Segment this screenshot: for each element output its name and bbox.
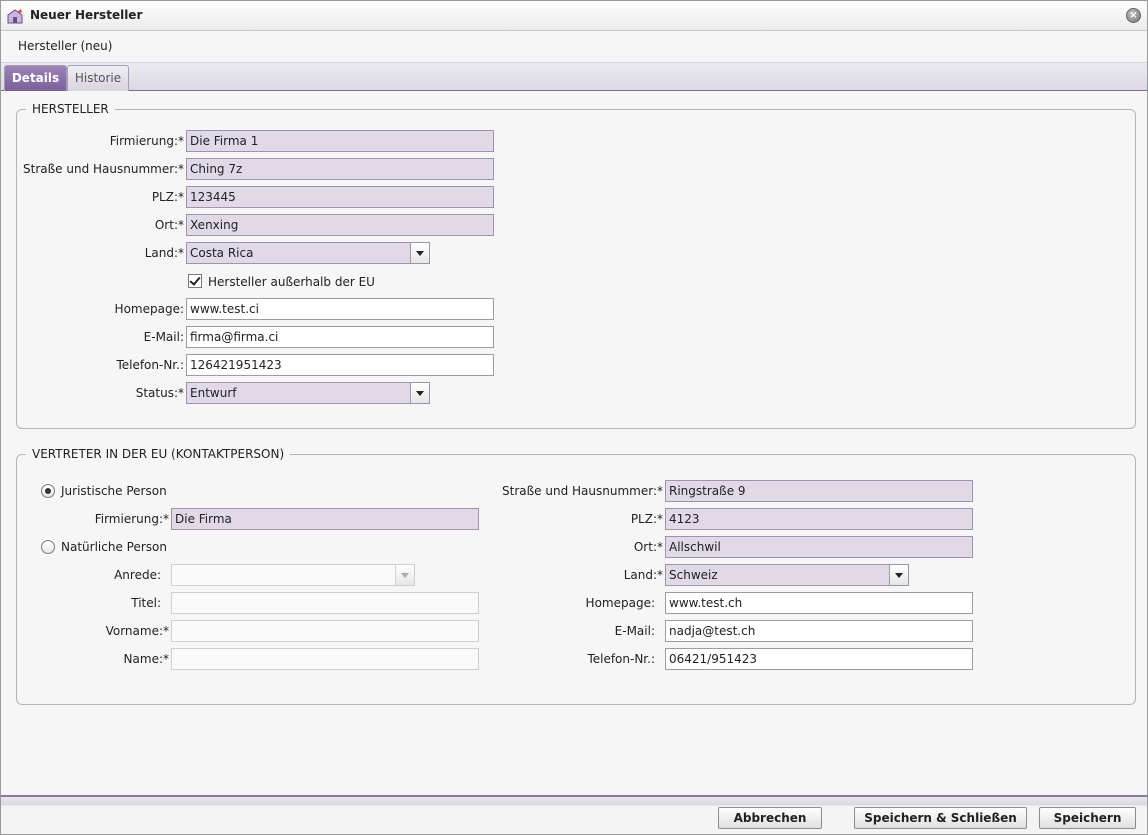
land-select-value: Costa Rica: [190, 246, 254, 260]
manufacturer-icon: [7, 9, 23, 24]
plz-label: PLZ:*: [151, 190, 184, 204]
chevron-down-icon[interactable]: [889, 565, 908, 585]
vertreter-firmierung-input[interactable]: Die Firma: [171, 508, 479, 530]
juristische-person-radio[interactable]: [41, 484, 55, 498]
vertreter-land-select-value: Schweiz: [669, 568, 718, 582]
ausserhalb-eu-label: Hersteller außerhalb der EU: [208, 275, 375, 289]
vertreter-homepage-label: Homepage:: [585, 596, 655, 610]
ort-input[interactable]: Xenxing: [186, 214, 494, 236]
ort-label: Ort:*: [154, 218, 184, 232]
close-icon[interactable]: ×: [1126, 8, 1141, 23]
land-select[interactable]: Costa Rica: [186, 242, 430, 264]
vertreter-plz-input[interactable]: 4123: [665, 508, 973, 530]
name-input[interactable]: [171, 648, 479, 670]
dialog-window: Neuer Hersteller × Hersteller (neu) Deta…: [0, 0, 1148, 835]
vertreter-homepage-input[interactable]: www.test.ch: [665, 592, 973, 614]
chevron-down-icon[interactable]: [395, 565, 414, 585]
vertreter-land-select[interactable]: Schweiz: [665, 564, 909, 586]
vertreter-plz-label: PLZ:*: [630, 512, 663, 526]
tab-historie[interactable]: Historie: [67, 65, 129, 91]
strasse-input[interactable]: Ching 7z: [186, 158, 494, 180]
titel-label: Titel:: [131, 596, 161, 610]
natuerliche-person-radio[interactable]: [41, 540, 55, 554]
vertreter-ort-label: Ort:*: [633, 540, 663, 554]
status-label: Status:*: [135, 386, 184, 400]
telefon-label: Telefon-Nr.:: [116, 358, 184, 372]
cancel-button[interactable]: Abbrechen: [718, 807, 822, 829]
vorname-label: Vorname:*: [105, 624, 169, 638]
vorname-input[interactable]: [171, 620, 479, 642]
homepage-input[interactable]: www.test.ci: [186, 298, 494, 320]
vertreter-telefon-label: Telefon-Nr.:: [587, 652, 655, 666]
titel-input[interactable]: [171, 592, 479, 614]
window-title: Neuer Hersteller: [30, 8, 143, 22]
firmierung-label: Firmierung:*: [109, 134, 184, 148]
vertreter-ort-input[interactable]: Allschwil: [665, 536, 973, 558]
vertreter-land-label: Land:*: [623, 568, 663, 582]
natuerliche-person-label: Natürliche Person: [61, 540, 167, 554]
tab-bar: Details Historie: [1, 62, 1147, 91]
email-label: E-Mail:: [143, 330, 184, 344]
vertreter-strasse-label: Straße und Hausnummer:*: [502, 484, 663, 498]
save-close-button[interactable]: Speichern & Schließen: [854, 807, 1027, 829]
status-select-value: Entwurf: [190, 386, 237, 400]
record-title: Hersteller (neu): [18, 39, 113, 53]
chevron-down-icon[interactable]: [410, 243, 429, 263]
ausserhalb-eu-checkbox[interactable]: [188, 274, 202, 288]
strasse-label: Straße und Hausnummer:*: [23, 162, 184, 176]
anrede-select[interactable]: [171, 564, 415, 586]
firmierung-input[interactable]: Die Firma 1: [186, 130, 494, 152]
juristische-person-label: Juristische Person: [61, 484, 167, 498]
footer-bar: Abbrechen Speichern & Schließen Speicher…: [1, 795, 1147, 834]
homepage-label: Homepage:: [114, 302, 184, 316]
chevron-down-icon[interactable]: [410, 383, 429, 403]
telefon-input[interactable]: 126421951423: [186, 354, 494, 376]
vertreter-telefon-input[interactable]: 06421/951423: [665, 648, 973, 670]
email-input[interactable]: firma@firma.ci: [186, 326, 494, 348]
save-button[interactable]: Speichern: [1039, 807, 1136, 829]
vertreter-email-label: E-Mail:: [614, 624, 655, 638]
name-label: Name:*: [123, 652, 169, 666]
vertreter-strasse-input[interactable]: Ringstraße 9: [665, 480, 973, 502]
land-label: Land:*: [144, 246, 184, 260]
hersteller-legend: HERSTELLER: [32, 102, 109, 116]
status-select[interactable]: Entwurf: [186, 382, 430, 404]
tab-details[interactable]: Details: [4, 65, 67, 91]
vertreter-email-input[interactable]: nadja@test.ch: [665, 620, 973, 642]
plz-input[interactable]: 123445: [186, 186, 494, 208]
hersteller-section: HERSTELLER: [16, 102, 1136, 429]
vertreter-firmierung-label: Firmierung:*: [94, 512, 169, 526]
vertreter-legend: VERTRETER IN DER EU (KONTAKTPERSON): [32, 447, 285, 461]
title-bar[interactable]: Neuer Hersteller ×: [1, 1, 1147, 31]
anrede-label: Anrede:: [114, 568, 161, 582]
